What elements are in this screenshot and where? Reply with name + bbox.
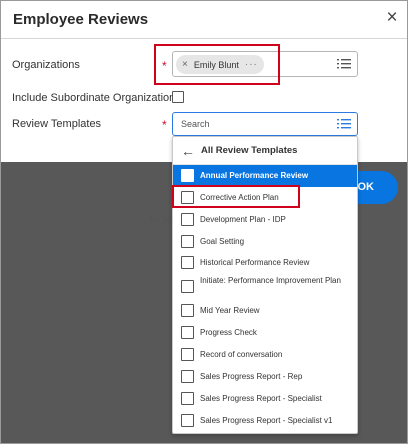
include-subordinate-label: Include Subordinate Organizations <box>12 92 181 104</box>
review-templates-dropdown: ← All Review Templates Annual Performanc… <box>172 136 358 434</box>
list-item[interactable]: Sales Progress Report - Specialist v1 <box>173 410 357 432</box>
item-label: Development Plan - IDP <box>200 215 286 224</box>
list-prompt-icon[interactable] <box>337 118 351 130</box>
item-checkbox[interactable] <box>181 392 194 405</box>
list-item[interactable]: Sales Progress Report - Rep <box>173 366 357 388</box>
item-checkbox[interactable] <box>181 304 194 317</box>
item-label: Sales Progress Report - Rep <box>200 372 303 381</box>
item-label: Historical Performance Review <box>200 258 310 267</box>
back-arrow-icon[interactable]: ← <box>181 143 195 159</box>
highlight-box-organizations <box>154 44 280 85</box>
item-checkbox[interactable] <box>181 169 194 182</box>
item-label: Progress Check <box>200 328 257 337</box>
dropdown-header[interactable]: ← All Review Templates <box>173 137 357 165</box>
review-templates-label: Review Templates <box>12 118 102 130</box>
list-item[interactable]: Initiate: Performance Improvement Plan <box>173 272 357 302</box>
item-label: Initiate: Performance Improvement Plan <box>200 276 341 285</box>
list-item[interactable]: Development Plan - IDP <box>173 209 357 231</box>
item-checkbox[interactable] <box>181 348 194 361</box>
list-item[interactable]: Historical Performance Review <box>173 252 357 274</box>
item-checkbox[interactable] <box>181 235 194 248</box>
list-item[interactable]: Record of conversation <box>173 344 357 366</box>
organizations-label: Organizations <box>12 59 80 71</box>
dialog-title: Employee Reviews <box>13 11 149 28</box>
include-subordinate-checkbox[interactable] <box>172 91 184 103</box>
no-items-text: No Ite <box>150 215 172 224</box>
highlight-box-corrective-action <box>172 185 300 208</box>
item-checkbox[interactable] <box>181 370 194 383</box>
item-label: Goal Setting <box>200 237 245 246</box>
close-icon[interactable]: × <box>381 7 403 29</box>
item-checkbox[interactable] <box>181 326 194 339</box>
review-templates-search-input[interactable]: Search <box>172 112 358 136</box>
list-item[interactable]: Sales Progress Report - Specialist <box>173 388 357 410</box>
search-placeholder: Search <box>181 119 210 129</box>
item-label: Record of conversation <box>200 350 283 359</box>
list-item[interactable]: Progress Check <box>173 322 357 344</box>
item-checkbox[interactable] <box>181 280 194 293</box>
dialog-header: Employee Reviews × <box>1 1 407 39</box>
item-checkbox[interactable] <box>181 256 194 269</box>
required-marker: * <box>162 118 167 132</box>
item-label: Mid Year Review <box>200 306 260 315</box>
item-label: Sales Progress Report - Specialist v1 <box>200 416 333 425</box>
item-label: Sales Progress Report - Specialist <box>200 394 322 403</box>
list-item[interactable]: Mid Year Review <box>173 300 357 322</box>
item-checkbox[interactable] <box>181 414 194 427</box>
item-checkbox[interactable] <box>181 213 194 226</box>
item-label: Annual Performance Review <box>200 171 309 180</box>
list-item[interactable]: Goal Setting <box>173 231 357 253</box>
dropdown-header-label: All Review Templates <box>201 145 298 156</box>
list-prompt-icon[interactable] <box>337 58 351 70</box>
list-item[interactable]: Annual Performance Review <box>173 165 357 187</box>
